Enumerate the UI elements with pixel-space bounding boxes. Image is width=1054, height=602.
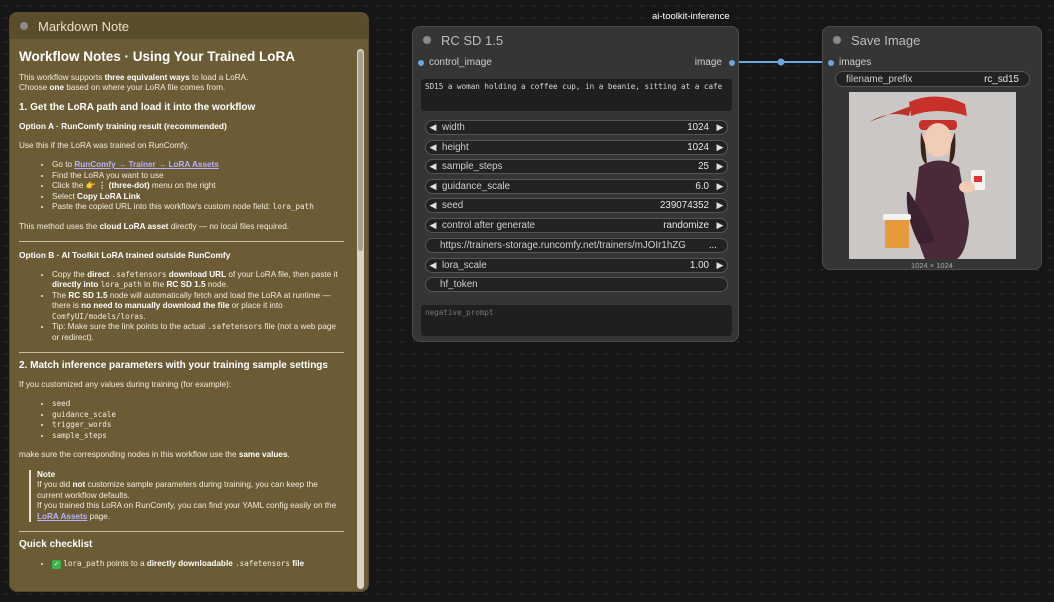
decrement-arrow-icon[interactable]: ◀: [426, 181, 440, 192]
negative-prompt-textarea[interactable]: negative_prompt: [421, 305, 732, 336]
decrement-arrow-icon[interactable]: ◀: [426, 220, 440, 231]
markdown-content: Workflow Notes · Using Your Trained LoRA…: [10, 41, 354, 585]
node-title: Markdown Note: [38, 18, 130, 34]
lora-path-widget[interactable]: https://trainers-storage.runcomfy.net/tr…: [425, 238, 728, 253]
image-dimensions: 1024 × 1024: [911, 261, 953, 270]
checklist-heading: Quick checklist: [19, 539, 93, 550]
control-after-generate-widget[interactable]: ◀ control after generate randomize ▶: [425, 218, 728, 233]
sample-steps-widget[interactable]: ◀ sample_steps 25 ▶: [425, 159, 728, 174]
pointing-hand-icon: 👉: [85, 181, 96, 190]
input-label: images: [839, 57, 872, 68]
increment-arrow-icon[interactable]: ▶: [713, 200, 727, 211]
prompt-textarea[interactable]: SD15 a woman holding a coffee cup, in a …: [421, 79, 732, 111]
decrement-arrow-icon[interactable]: ◀: [426, 161, 440, 172]
section2-heading: 2. Match inference parameters with your …: [19, 360, 328, 371]
param-list: seed guidance_scale trigger_words sample…: [19, 399, 344, 441]
generated-image: [849, 92, 1016, 259]
optionA-heading: Option A · RunComfy training result (rec…: [19, 121, 227, 131]
save-image-node[interactable]: Save Image images filename_prefix rc_sd1…: [822, 26, 1042, 270]
node-title: RC SD 1.5: [441, 32, 504, 48]
output-label: image: [694, 57, 722, 68]
section2-intro: If you customized any values during trai…: [19, 379, 232, 389]
seed-widget[interactable]: ◀ seed 239074352 ▶: [425, 198, 728, 213]
input-label: control_image: [429, 57, 492, 68]
collapse-dot-icon[interactable]: [423, 36, 431, 44]
list-item: Click the 👉 ⋮ (three-dot) menu on the ri…: [52, 181, 344, 192]
increment-arrow-icon[interactable]: ▶: [713, 122, 727, 133]
list-item: Find the LoRA you want to use: [52, 171, 344, 182]
increment-arrow-icon[interactable]: ▶: [713, 142, 727, 153]
list-item: seed: [52, 399, 344, 410]
increment-arrow-icon[interactable]: ▶: [713, 220, 727, 231]
increment-arrow-icon[interactable]: ▶: [713, 161, 727, 172]
section1-heading: 1. Get the LoRA path and load it into th…: [19, 101, 256, 113]
height-widget[interactable]: ◀ height 1024 ▶: [425, 140, 728, 155]
markdown-note-node[interactable]: Markdown Note Workflow Notes · Using You…: [9, 12, 369, 592]
rc-sd15-node[interactable]: RC SD 1.5 control_image image SD15 a wom…: [412, 26, 739, 342]
node-title: Save Image: [851, 32, 921, 48]
intro-text: This workflow supports three equivalent …: [19, 72, 249, 93]
node-title-bar[interactable]: Markdown Note: [10, 13, 368, 39]
decrement-arrow-icon[interactable]: ◀: [426, 122, 440, 133]
decrement-arrow-icon[interactable]: ◀: [426, 200, 440, 211]
optionB-heading: Option B · AI Toolkit LoRA trained outsi…: [19, 250, 231, 260]
lora-assets-link[interactable]: RunComfy → Trainer → LoRA Assets: [74, 160, 219, 169]
list-item: sample_steps: [52, 431, 344, 442]
list-item: Copy the direct .safetensors download UR…: [52, 270, 344, 291]
section2-instruction: make sure the corresponding nodes in thi…: [19, 450, 290, 459]
optionA-desc: Use this if the LoRA was trained on RunC…: [19, 140, 190, 150]
lora-assets-page-link[interactable]: LoRA Assets: [37, 512, 87, 521]
list-item: Paste the copied URL into this workflow'…: [52, 202, 344, 213]
guidance-scale-widget[interactable]: ◀ guidance_scale 6.0 ▶: [425, 179, 728, 194]
lora-scale-widget[interactable]: ◀ lora_scale 1.00 ▶: [425, 258, 728, 273]
optionA-summary: This method uses the cloud LoRA asset di…: [19, 221, 290, 231]
checkmark-icon: ✓: [52, 559, 61, 569]
increment-arrow-icon[interactable]: ▶: [713, 260, 727, 271]
output-image-preview[interactable]: [849, 92, 1016, 259]
divider: [19, 241, 344, 242]
width-widget[interactable]: ◀ width 1024 ▶: [425, 120, 728, 135]
output-port-icon[interactable]: [729, 60, 735, 66]
divider: [19, 531, 344, 532]
scrollbar[interactable]: [357, 49, 364, 589]
hf-token-widget[interactable]: hf_token: [425, 277, 728, 292]
increment-arrow-icon[interactable]: ▶: [713, 181, 727, 192]
note-callout: Note If you did not customize sample par…: [29, 469, 344, 522]
list-item: Select Copy LoRA Link: [52, 192, 344, 203]
list-item: Go to RunComfy → Trainer → LoRA Assets: [52, 160, 344, 171]
io-row: control_image image: [413, 57, 738, 73]
decrement-arrow-icon[interactable]: ◀: [426, 142, 440, 153]
list-item: trigger_words: [52, 420, 344, 431]
list-item: Tip: Make sure the link points to the ac…: [52, 322, 344, 343]
collapse-dot-icon[interactable]: [20, 22, 28, 30]
input-port-icon[interactable]: [418, 60, 424, 66]
filename-prefix-widget[interactable]: filename_prefix rc_sd15: [835, 71, 1030, 87]
node-title-bar[interactable]: RC SD 1.5: [413, 27, 738, 53]
note-heading: Workflow Notes · Using Your Trained LoRA: [19, 49, 296, 64]
checklist-item: ✓ lora_path points to a directly downloa…: [52, 559, 344, 570]
collapse-dot-icon[interactable]: [833, 36, 841, 44]
input-port-icon[interactable]: [828, 60, 834, 66]
list-item: The RC SD 1.5 node will automatically fe…: [52, 291, 344, 323]
scrollbar-thumb[interactable]: [358, 51, 363, 251]
node-title-bar[interactable]: Save Image: [823, 27, 1041, 53]
optionB-steps: Copy the direct .safetensors download UR…: [19, 270, 344, 344]
checklist: ✓ lora_path points to a directly downloa…: [19, 559, 344, 570]
decrement-arrow-icon[interactable]: ◀: [426, 260, 440, 271]
optionA-steps: Go to RunComfy → Trainer → LoRA Assets F…: [19, 160, 344, 213]
divider: [19, 352, 344, 353]
list-item: guidance_scale: [52, 410, 344, 421]
